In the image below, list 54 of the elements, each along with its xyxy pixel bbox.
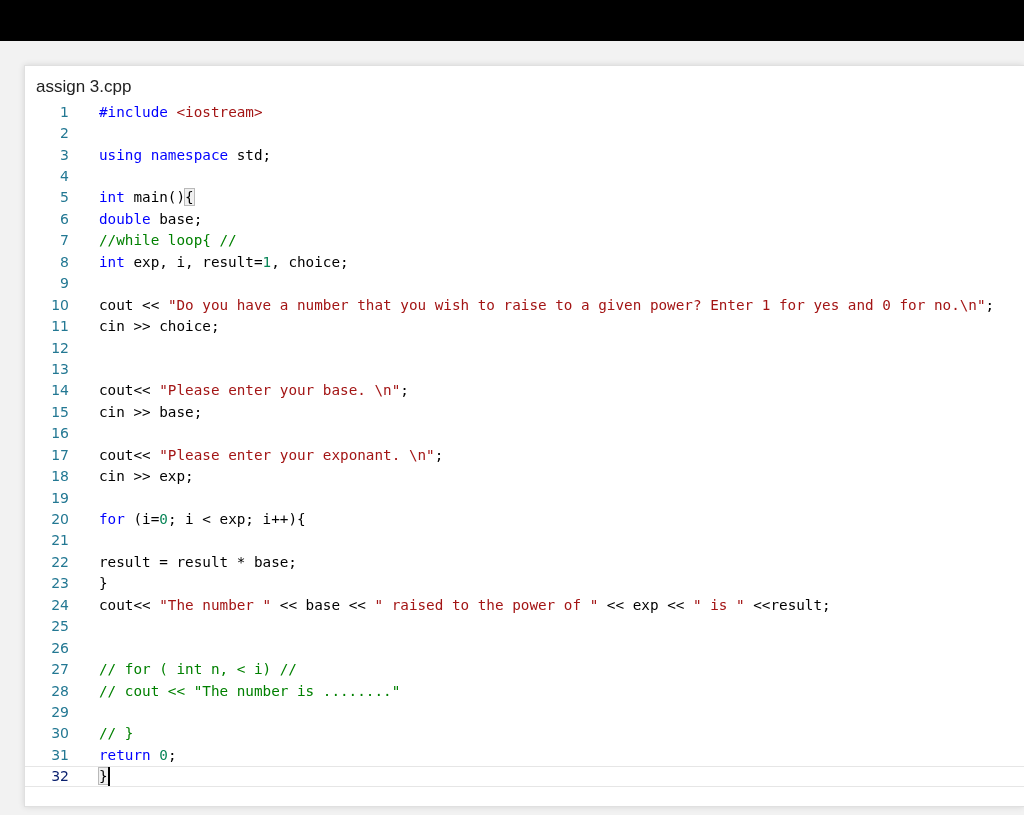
code-line: cin >> exp; xyxy=(99,467,194,487)
code-line: cout<< "The number " << base << " raised to the power of " << exp << " is " <<result; xyxy=(99,595,831,615)
code-line: double base; xyxy=(99,209,203,229)
line-number: 31 xyxy=(50,746,69,763)
code-line: #include <iostream> xyxy=(99,102,263,122)
line-number: 12 xyxy=(50,339,69,356)
code-line: cout<< "Please enter your base. \n"; xyxy=(99,381,409,401)
line-number: 23 xyxy=(50,575,69,592)
line-number: 17 xyxy=(50,446,69,463)
code-line: // for ( int n, < i) // xyxy=(99,660,297,680)
code-line: int exp, i, result=1, choice; xyxy=(99,252,349,272)
line-number: 30 xyxy=(50,725,69,742)
line-number: 2 xyxy=(59,125,69,142)
code-line: // } xyxy=(99,724,134,744)
line-number: 16 xyxy=(50,425,69,442)
line-number: 7 xyxy=(59,232,69,249)
line-number: 11 xyxy=(50,318,69,335)
line-number: 1 xyxy=(59,103,69,120)
code-line: // cout << "The number is ........" xyxy=(99,681,401,701)
line-number: 3 xyxy=(59,146,69,163)
line-number: 14 xyxy=(50,382,69,399)
code-line: cin >> choice; xyxy=(99,317,220,337)
line-number: 8 xyxy=(59,253,69,270)
code-line: cout<< "Please enter your exponant. \n"; xyxy=(99,445,444,465)
code-line: } xyxy=(99,574,108,594)
code-line: result = result * base; xyxy=(99,552,297,572)
code-line: using namespace std; xyxy=(99,145,272,165)
file-title: assign 3.cpp xyxy=(36,77,132,97)
code-line: cout << "Do you have a number that you wish to raise to a given power? Enter 1 for yes and 0 for no.\n"; xyxy=(99,295,995,315)
code-line: for (i=0; i < exp; i++){ xyxy=(99,510,306,530)
code-line: return 0; xyxy=(99,745,177,765)
line-number: 4 xyxy=(59,168,69,185)
line-number: 6 xyxy=(59,210,69,227)
text-cursor xyxy=(107,766,110,786)
line-number: 27 xyxy=(50,661,69,678)
line-number: 24 xyxy=(50,596,69,613)
code-line: int main(){ xyxy=(99,188,194,208)
line-number: 25 xyxy=(50,618,69,635)
line-number: 20 xyxy=(50,511,69,528)
line-number: 19 xyxy=(50,489,69,506)
line-number: 26 xyxy=(50,639,69,656)
line-number: 18 xyxy=(50,468,69,485)
line-number: 29 xyxy=(50,703,69,720)
line-number: 15 xyxy=(50,403,69,420)
line-number: 10 xyxy=(50,296,69,313)
line-number: 28 xyxy=(50,682,69,699)
code-line: cin >> base; xyxy=(99,402,203,422)
code-line: //while loop{ // xyxy=(99,231,237,251)
line-number: 5 xyxy=(59,189,69,206)
line-number: 21 xyxy=(50,532,69,549)
line-number: 22 xyxy=(50,553,69,570)
line-number: 13 xyxy=(50,360,69,377)
line-number: 32 xyxy=(50,768,69,785)
line-number: 9 xyxy=(59,275,69,292)
